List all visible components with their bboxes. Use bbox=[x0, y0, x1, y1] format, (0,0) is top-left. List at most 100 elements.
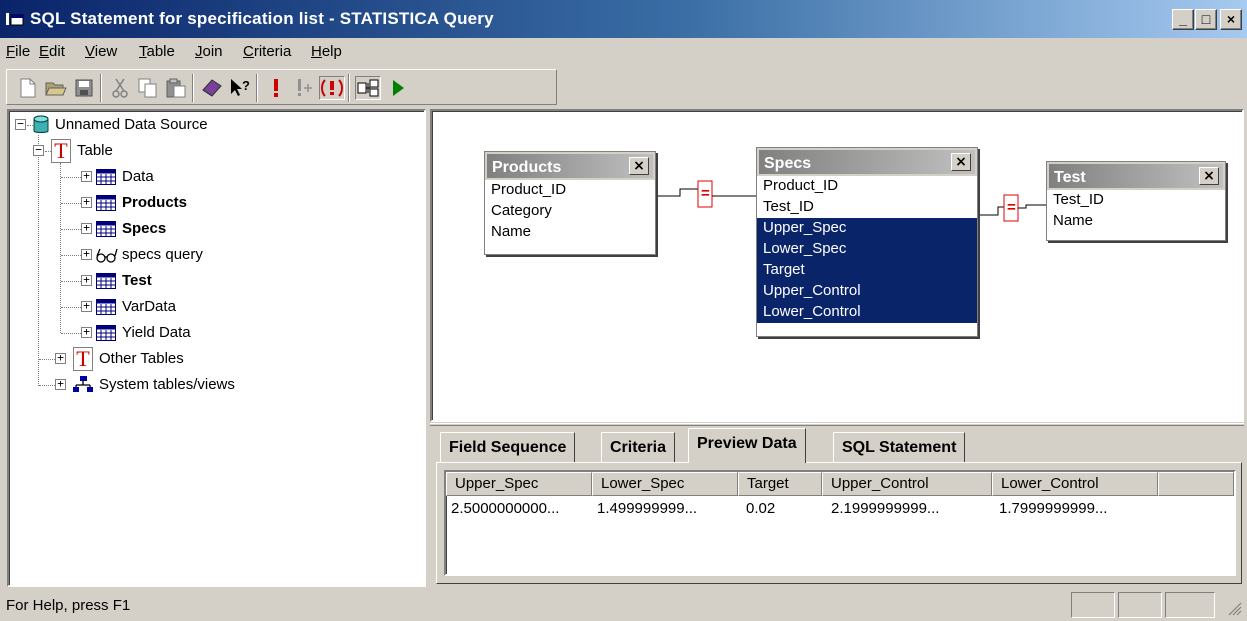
tree-item-label: Data bbox=[122, 168, 154, 185]
tree-table-group-label[interactable]: Table bbox=[77, 142, 113, 159]
tree-item-label: Test bbox=[122, 272, 152, 289]
horizontal-splitter[interactable] bbox=[430, 423, 1244, 426]
test-close-button[interactable]: × bbox=[1199, 167, 1219, 185]
table-icon bbox=[96, 221, 116, 237]
column-header[interactable]: Upper_Spec bbox=[446, 472, 592, 496]
table-group-collapse-toggle[interactable]: − bbox=[33, 144, 44, 156]
paste-icon bbox=[166, 78, 186, 98]
column-header[interactable]: Upper_Control bbox=[822, 472, 992, 496]
field-item-selected[interactable]: Target bbox=[757, 260, 977, 281]
save-button[interactable] bbox=[71, 76, 97, 100]
tree-panel[interactable]: − Unnamed Data Source − T Table + Data +… bbox=[7, 109, 426, 587]
expand-icon[interactable]: + bbox=[81, 300, 92, 312]
tree-item-label: Yield Data bbox=[122, 324, 191, 341]
tab-field-sequence[interactable]: Field Sequence bbox=[440, 432, 576, 462]
expand-icon[interactable]: + bbox=[81, 196, 92, 208]
field-item[interactable]: Product_ID bbox=[485, 180, 655, 201]
field-item[interactable]: Category bbox=[485, 201, 655, 222]
products-table-header[interactable]: Products × bbox=[485, 152, 655, 180]
column-header-filler bbox=[1158, 472, 1234, 496]
tab-preview-data[interactable]: Preview Data bbox=[688, 428, 806, 463]
close-button[interactable]: × bbox=[1220, 9, 1242, 30]
field-item[interactable]: Name bbox=[485, 222, 655, 243]
expand-icon[interactable]: + bbox=[81, 248, 92, 260]
help-pointer-button[interactable]: ? bbox=[227, 76, 253, 100]
add-table-icon bbox=[202, 79, 222, 97]
title-bar[interactable]: SQL Statement for specification list - S… bbox=[0, 0, 1247, 38]
root-collapse-toggle[interactable]: − bbox=[15, 118, 26, 130]
minimize-button[interactable]: _ bbox=[1172, 9, 1194, 30]
preview-grid[interactable]: Upper_Spec Lower_Spec Target Upper_Contr… bbox=[444, 470, 1236, 576]
expand-icon[interactable]: + bbox=[81, 326, 92, 338]
copy-button[interactable] bbox=[135, 76, 161, 100]
expand-icon[interactable]: + bbox=[55, 352, 66, 364]
grid-cell: 2.5000000000... bbox=[451, 500, 560, 517]
tab-label: Preview Data bbox=[697, 435, 797, 452]
diagram-button[interactable] bbox=[355, 76, 381, 100]
field-item-selected[interactable]: Lower_Control bbox=[757, 302, 977, 323]
svg-text:?: ? bbox=[242, 78, 250, 93]
field-item-selected[interactable]: Upper_Spec bbox=[757, 218, 977, 239]
resize-grip-icon[interactable] bbox=[1226, 600, 1242, 616]
field-item[interactable]: Test_ID bbox=[757, 197, 977, 218]
menu-help[interactable]: Help bbox=[311, 43, 342, 60]
open-button[interactable] bbox=[43, 76, 69, 100]
specs-table-window[interactable]: Specs × Product_ID Test_ID Upper_Spec Lo… bbox=[756, 147, 978, 337]
application-window: SQL Statement for specification list - S… bbox=[0, 0, 1247, 621]
tab-criteria[interactable]: Criteria bbox=[601, 432, 676, 462]
field-item[interactable]: Test_ID bbox=[1047, 190, 1225, 211]
window-title: SQL Statement for specification list - S… bbox=[30, 9, 494, 28]
specs-table-header[interactable]: Specs × bbox=[757, 148, 977, 176]
products-close-button[interactable]: × bbox=[629, 157, 649, 175]
new-button[interactable] bbox=[15, 76, 41, 100]
execute-append-button[interactable] bbox=[291, 76, 317, 100]
help-pointer-icon: ? bbox=[231, 78, 250, 96]
join-products-specs[interactable]: = bbox=[658, 177, 756, 211]
maximize-button[interactable]: □ bbox=[1195, 9, 1217, 30]
run-button[interactable] bbox=[385, 76, 411, 100]
products-table-window[interactable]: Products × Product_ID Category Name bbox=[484, 151, 656, 255]
diagram-icon bbox=[357, 79, 379, 97]
menu-table[interactable]: Table bbox=[139, 43, 175, 60]
tree-item-label: Specs bbox=[122, 220, 167, 237]
execute-icon bbox=[274, 79, 278, 97]
sql-app-icon bbox=[6, 13, 24, 26]
specs-close-button[interactable]: × bbox=[951, 153, 971, 171]
menu-bar: File Edit View Table Join Criteria Help bbox=[0, 38, 1247, 66]
test-table-window[interactable]: Test × Test_ID Name bbox=[1046, 161, 1226, 241]
column-header[interactable]: Lower_Control bbox=[992, 472, 1158, 496]
execute-button[interactable] bbox=[263, 76, 289, 100]
table-icon bbox=[96, 273, 116, 289]
expand-icon[interactable]: + bbox=[81, 170, 92, 182]
field-item[interactable]: Product_ID bbox=[757, 176, 977, 197]
expand-icon[interactable]: + bbox=[55, 378, 66, 390]
preview-tab-page: Upper_Spec Lower_Spec Target Upper_Contr… bbox=[436, 462, 1242, 584]
run-icon bbox=[393, 80, 404, 96]
diagram-panel[interactable]: Products × Product_ID Category Name Spec… bbox=[430, 109, 1244, 422]
table-icon bbox=[96, 299, 116, 315]
expand-icon[interactable]: + bbox=[81, 222, 92, 234]
tree-root-label[interactable]: Unnamed Data Source bbox=[55, 116, 208, 133]
status-bar: For Help, press F1 bbox=[0, 588, 1247, 621]
menu-criteria[interactable]: Criteria bbox=[243, 43, 291, 60]
add-table-button[interactable] bbox=[199, 76, 225, 100]
column-header[interactable]: Target bbox=[738, 472, 822, 496]
column-header[interactable]: Lower_Spec bbox=[592, 472, 738, 496]
tab-sql-statement[interactable]: SQL Statement bbox=[833, 432, 966, 462]
menu-join[interactable]: Join bbox=[195, 43, 223, 60]
menu-file[interactable]: File bbox=[6, 43, 30, 60]
field-item[interactable]: Name bbox=[1047, 211, 1225, 232]
paste-button[interactable] bbox=[163, 76, 189, 100]
expand-icon[interactable]: + bbox=[81, 274, 92, 286]
menu-view[interactable]: View bbox=[85, 43, 117, 60]
cut-button[interactable] bbox=[107, 76, 133, 100]
menu-edit[interactable]: Edit bbox=[39, 43, 65, 60]
field-item-selected[interactable]: Upper_Control bbox=[757, 281, 977, 302]
database-icon bbox=[33, 115, 49, 133]
field-item-selected[interactable]: Lower_Spec bbox=[757, 239, 977, 260]
test-table-header[interactable]: Test × bbox=[1047, 162, 1225, 190]
execute-append-icon bbox=[298, 79, 312, 96]
join-specs-test[interactable]: = bbox=[980, 191, 1046, 225]
auto-execute-button[interactable] bbox=[319, 76, 345, 100]
close-icon: × bbox=[1203, 168, 1215, 184]
